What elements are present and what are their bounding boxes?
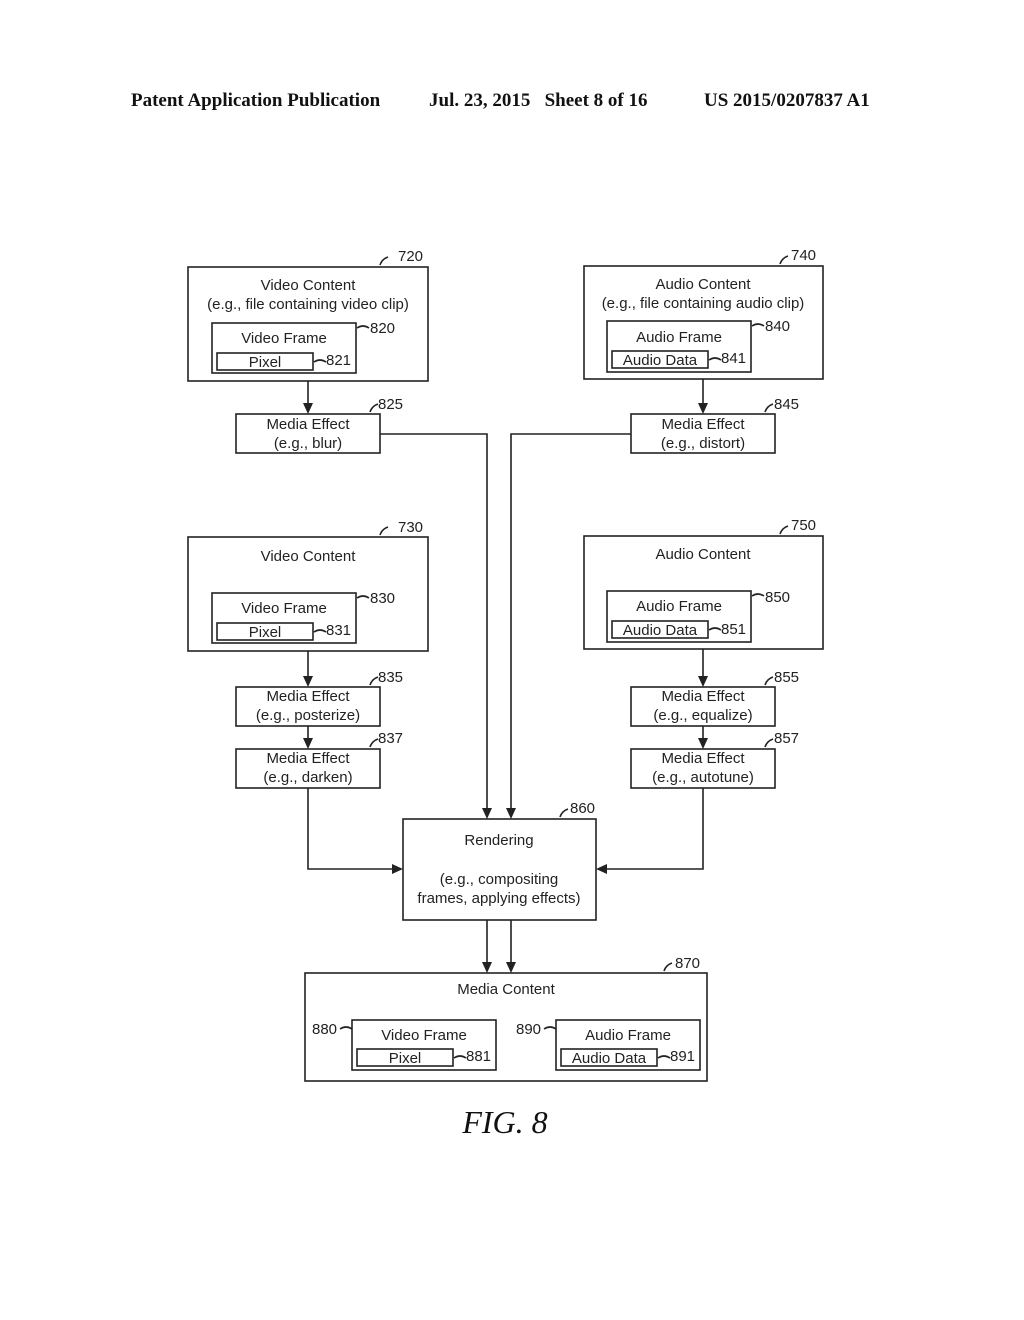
leader-855 <box>764 676 774 686</box>
arrowhead-855-857 <box>698 738 708 749</box>
ref-840: 840 <box>765 318 790 335</box>
leader-837 <box>369 738 379 748</box>
ref-855: 855 <box>774 669 799 686</box>
ref-881: 881 <box>466 1048 491 1065</box>
leader-857 <box>764 738 774 748</box>
leader-860 <box>559 808 569 818</box>
label-845-line1: Media Effect <box>661 416 745 433</box>
ref-845: 845 <box>774 396 799 413</box>
label-881: Pixel <box>389 1050 422 1067</box>
ref-860: 860 <box>570 800 595 817</box>
arrowhead-750-855 <box>698 676 708 687</box>
label-890: Audio Frame <box>585 1027 671 1044</box>
label-857-line2: (e.g., autotune) <box>652 769 754 786</box>
ref-825: 825 <box>378 396 403 413</box>
leader-870 <box>663 962 673 972</box>
ref-850: 850 <box>765 589 790 606</box>
leader-720 <box>379 256 389 266</box>
leader-750 <box>779 525 789 535</box>
label-851: Audio Data <box>623 622 698 639</box>
node-881-pixel: Pixel 881 <box>356 1048 491 1067</box>
arrowhead-730-835 <box>303 676 313 687</box>
leader-825 <box>369 403 379 413</box>
label-825-line1: Media Effect <box>266 416 350 433</box>
label-855-line1: Media Effect <box>661 688 745 705</box>
label-740-line2: (e.g., file containing audio clip) <box>602 295 805 312</box>
label-857-line1: Media Effect <box>661 750 745 767</box>
node-821-pixel: Pixel 821 <box>216 352 351 371</box>
ref-830: 830 <box>370 590 395 607</box>
leader-740 <box>779 255 789 265</box>
ref-740: 740 <box>791 247 816 264</box>
arrowhead-845-860 <box>506 808 516 819</box>
label-750: Audio Content <box>655 546 751 563</box>
label-825-line2: (e.g., blur) <box>274 435 342 452</box>
arrowhead-835-837 <box>303 738 313 749</box>
node-825-media-effect-blur: Media Effect (e.g., blur) 825 <box>235 396 403 454</box>
node-855-media-effect-equalize: Media Effect (e.g., equalize) 855 <box>630 669 799 727</box>
arrowhead-837-860 <box>392 864 403 874</box>
label-835-line1: Media Effect <box>266 688 350 705</box>
label-720-line1: Video Content <box>261 277 357 294</box>
leader-835 <box>369 676 379 686</box>
label-821: Pixel <box>249 354 282 371</box>
node-831-pixel: Pixel 831 <box>216 622 351 641</box>
arrowhead-720-825 <box>303 403 313 414</box>
label-730: Video Content <box>261 548 357 565</box>
ref-820: 820 <box>370 320 395 337</box>
ref-880: 880 <box>312 1021 337 1038</box>
label-860-line2: (e.g., compositing <box>440 871 558 888</box>
ref-891: 891 <box>670 1048 695 1065</box>
arrowhead-860-870-a <box>482 962 492 973</box>
ref-730: 730 <box>398 519 423 536</box>
label-880: Video Frame <box>381 1027 467 1044</box>
node-857-media-effect-autotune: Media Effect (e.g., autotune) 857 <box>630 730 799 789</box>
label-835-line2: (e.g., posterize) <box>256 707 360 724</box>
ref-821: 821 <box>326 352 351 369</box>
label-860-line1: Rendering <box>464 832 533 849</box>
node-845-media-effect-distort: Media Effect (e.g., distort) 845 <box>630 396 799 454</box>
arrowhead-860-870-b <box>506 962 516 973</box>
connector-837-860 <box>307 788 395 870</box>
label-831: Pixel <box>249 624 282 641</box>
label-840: Audio Frame <box>636 329 722 346</box>
arrowhead-740-845 <box>698 403 708 414</box>
arrowhead-857-860 <box>596 864 607 874</box>
ref-841: 841 <box>721 350 746 367</box>
node-860-rendering: Rendering (e.g., compositing frames, app… <box>402 800 597 921</box>
ref-831: 831 <box>326 622 351 639</box>
node-841-audio-data: Audio Data 841 <box>611 350 746 369</box>
ref-837: 837 <box>378 730 403 747</box>
label-891: Audio Data <box>572 1050 647 1067</box>
ref-851: 851 <box>721 621 746 638</box>
ref-890: 890 <box>516 1021 541 1038</box>
node-891-audio-data: Audio Data 891 <box>560 1048 695 1067</box>
label-855-line2: (e.g., equalize) <box>653 707 752 724</box>
label-837-line2: (e.g., darken) <box>263 769 352 786</box>
ref-720: 720 <box>398 248 423 265</box>
ref-857: 857 <box>774 730 799 747</box>
label-870: Media Content <box>457 981 555 998</box>
label-837-line1: Media Effect <box>266 750 350 767</box>
arrowhead-825-860 <box>482 808 492 819</box>
label-720-line2: (e.g., file containing video clip) <box>207 296 409 313</box>
label-845-line2: (e.g., distort) <box>661 435 745 452</box>
label-850: Audio Frame <box>636 598 722 615</box>
node-835-media-effect-posterize: Media Effect (e.g., posterize) 835 <box>235 669 403 727</box>
ref-870: 870 <box>675 955 700 972</box>
label-841: Audio Data <box>623 352 698 369</box>
label-740-line1: Audio Content <box>655 276 751 293</box>
node-837-media-effect-darken: Media Effect (e.g., darken) 837 <box>235 730 403 789</box>
ref-750: 750 <box>791 517 816 534</box>
label-820: Video Frame <box>241 330 327 347</box>
figure-label: FIG. 8 <box>462 1104 548 1140</box>
node-851-audio-data: Audio Data 851 <box>611 620 746 639</box>
label-830: Video Frame <box>241 600 327 617</box>
ref-835: 835 <box>378 669 403 686</box>
leader-845 <box>764 403 774 413</box>
leader-730 <box>379 526 389 536</box>
label-860-line3: frames, applying effects) <box>417 890 580 907</box>
connector-857-860 <box>604 788 704 870</box>
